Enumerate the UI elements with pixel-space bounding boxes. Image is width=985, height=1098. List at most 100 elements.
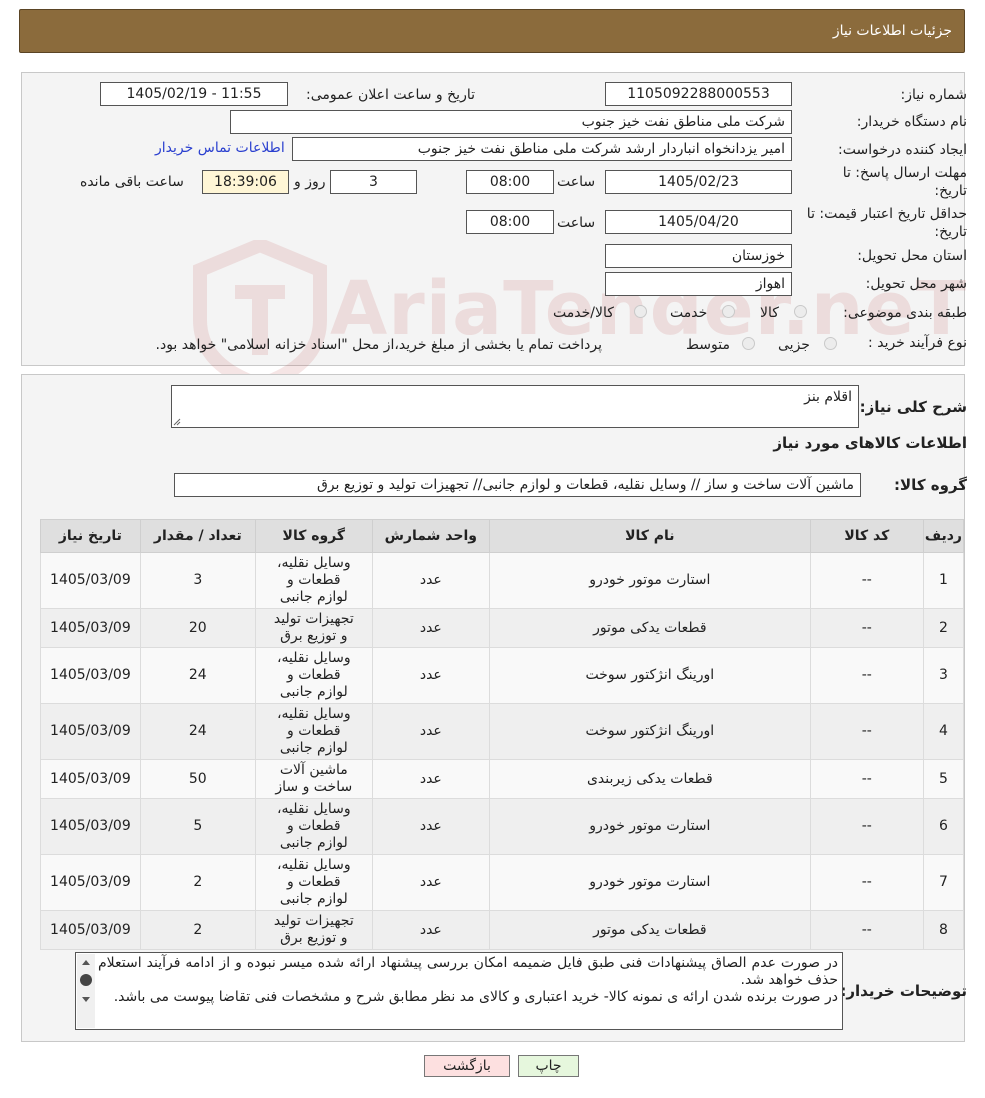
buyer-notes-line-2: در صورت برنده شدن ارائه ی نمونه کالا- خر…: [113, 989, 838, 1005]
cell-row-number: 8: [922, 910, 965, 950]
print-button[interactable]: چاپ: [518, 1055, 579, 1077]
cell-item-code: --: [809, 703, 924, 760]
deadline-label: مهلت ارسال پاسخ: تا: [842, 165, 967, 181]
cell-item-name: قطعات یدکی موتور: [488, 910, 811, 950]
category-radio-goods[interactable]: [794, 305, 807, 318]
table-header-row: ردیف کد کالا نام کالا واحد شمارش گروه کا…: [40, 519, 965, 553]
table-row: 8 -- قطعات یدکی موتور عدد تجهیزات تولید و تو…: [40, 910, 965, 950]
scrollbar-thumb[interactable]: [80, 974, 92, 986]
cell-item-code: --: [809, 608, 924, 648]
table-row: 4 -- اورینگ انژکتور سوخت عدد وسایل نقلیه، قط…: [40, 703, 965, 760]
requester-field: امیر یزدانخواه انباردار ارشد شرکت ملی من…: [292, 137, 792, 161]
cell-need-date: 1405/03/09: [40, 647, 141, 704]
cell-item-code: --: [809, 647, 924, 704]
table-row: 6 -- استارت موتور خودرو عدد وسایل نقلیه، قطع…: [40, 798, 965, 855]
category-radio-both[interactable]: [634, 305, 647, 318]
purchase-option-medium: متوسط: [686, 337, 730, 353]
cell-item-group: وسایل نقلیه، قطعات و لوازم جانبی: [254, 647, 373, 704]
cell-need-date: 1405/03/09: [40, 854, 141, 911]
cell-row-number: 7: [922, 854, 965, 911]
cell-item-name: اورینگ انژکتور سوخت: [488, 647, 811, 704]
purchase-note: پرداخت تمام یا بخشی از مبلغ خرید،از محل …: [155, 337, 602, 353]
days-field: 3: [330, 170, 417, 194]
cell-quantity: 2: [139, 910, 256, 950]
buyer-label: نام دستگاه خریدار:: [856, 114, 967, 130]
scroll-up-arrow-icon[interactable]: [77, 956, 95, 970]
days-label: روز و: [294, 174, 326, 190]
items-table-body: 1 -- استارت موتور خودرو عدد وسایل نقلیه، قطع…: [40, 552, 965, 950]
cell-item-group: تجهیزات تولید و توزیع برق: [254, 608, 373, 648]
category-radio-service[interactable]: [722, 305, 735, 318]
purchase-radio-medium[interactable]: [742, 337, 755, 350]
cell-need-date: 1405/03/09: [40, 798, 141, 855]
cell-unit: عدد: [371, 910, 490, 950]
cell-item-code: --: [809, 854, 924, 911]
cell-row-number: 3: [922, 647, 965, 704]
cell-item-group: وسایل نقلیه، قطعات و لوازم جانبی: [254, 798, 373, 855]
col-header-row: ردیف: [922, 519, 965, 553]
category-option-service: خدمت: [670, 305, 708, 321]
resize-handle-icon[interactable]: [173, 418, 181, 426]
summary-field[interactable]: اقلام بنز: [171, 385, 859, 428]
back-button[interactable]: بازگشت: [424, 1055, 510, 1077]
cell-item-name: قطعات یدکی زیربندی: [488, 759, 811, 799]
goods-info-title: اطلاعات کالاهای مورد نیاز: [773, 434, 967, 452]
cell-item-name: استارت موتور خودرو: [488, 798, 811, 855]
cell-need-date: 1405/03/09: [40, 910, 141, 950]
cell-unit: عدد: [371, 854, 490, 911]
cell-quantity: 20: [139, 608, 256, 648]
validity-time-label: ساعت: [557, 215, 596, 231]
summary-label: شرح کلی نیاز:: [859, 398, 967, 416]
buyer-field: شرکت ملی مناطق نفت خیز جنوب: [230, 110, 792, 134]
cell-quantity: 24: [139, 703, 256, 760]
purchase-option-minor: جزیی: [778, 337, 810, 353]
cell-unit: عدد: [371, 647, 490, 704]
cell-item-code: --: [809, 910, 924, 950]
table-row: 2 -- قطعات یدکی موتور عدد تجهیزات تولید و تو…: [40, 608, 965, 648]
validity-time-field: 08:00: [466, 210, 554, 234]
city-field: اهواز: [605, 272, 792, 296]
cell-item-group: وسایل نقلیه، قطعات و لوازم جانبی: [254, 703, 373, 760]
cell-unit: عدد: [371, 552, 490, 609]
purchase-radio-minor[interactable]: [824, 337, 837, 350]
cell-item-group: ماشین آلات ساخت و ساز: [254, 759, 373, 799]
deadline-label-2: تاریخ:: [934, 183, 967, 199]
cell-item-name: استارت موتور خودرو: [488, 552, 811, 609]
cell-item-name: قطعات یدکی موتور: [488, 608, 811, 648]
deadline-date-field: 1405/02/23: [605, 170, 792, 194]
items-table: ردیف کد کالا نام کالا واحد شمارش گروه کا…: [40, 519, 965, 950]
need-number-label: شماره نیاز:: [900, 87, 968, 103]
cell-need-date: 1405/03/09: [40, 759, 141, 799]
cell-quantity: 24: [139, 647, 256, 704]
cell-row-number: 1: [922, 552, 965, 609]
col-header-date: تاریخ نیاز: [40, 519, 141, 553]
cell-item-code: --: [809, 798, 924, 855]
remaining-label: ساعت باقی مانده: [80, 174, 184, 190]
scroll-down-arrow-icon[interactable]: [77, 992, 95, 1006]
cell-item-group: تجهیزات تولید و توزیع برق: [254, 910, 373, 950]
cell-need-date: 1405/03/09: [40, 608, 141, 648]
notes-scrollbar[interactable]: [77, 954, 95, 1028]
page-title: جزئیات اطلاعات نیاز: [832, 23, 952, 39]
deadline-time-label: ساعت: [557, 174, 596, 190]
table-row: 1 -- استارت موتور خودرو عدد وسایل نقلیه، قطع…: [40, 552, 965, 609]
cell-quantity: 5: [139, 798, 256, 855]
summary-text: اقلام بنز: [804, 389, 852, 405]
col-header-unit: واحد شمارش: [371, 519, 490, 553]
cell-item-name: اورینگ انژکتور سوخت: [488, 703, 811, 760]
table-row: 5 -- قطعات یدکی زیربندی عدد ماشین آلات ساخت …: [40, 759, 965, 799]
buyer-contact-link[interactable]: اطلاعات تماس خریدار: [155, 140, 285, 156]
cell-need-date: 1405/03/09: [40, 552, 141, 609]
province-field: خوزستان: [605, 244, 792, 268]
cell-unit: عدد: [371, 608, 490, 648]
need-number-field: 1105092288000553: [605, 82, 792, 106]
cell-row-number: 2: [922, 608, 965, 648]
cell-row-number: 6: [922, 798, 965, 855]
requester-label: ایجاد کننده درخواست:: [838, 142, 967, 158]
announce-field: 1405/02/19 - 11:55: [100, 82, 288, 106]
buyer-notes-field[interactable]: در صورت عدم الصاق پیشنهادات فنی طبق فایل…: [75, 952, 843, 1030]
page-header: جزئیات اطلاعات نیاز: [19, 9, 965, 53]
city-label: شهر محل تحویل:: [865, 276, 967, 292]
validity-label: حداقل تاریخ اعتبار قیمت: تا: [806, 206, 967, 222]
category-option-both: کالا/خدمت: [553, 305, 614, 321]
